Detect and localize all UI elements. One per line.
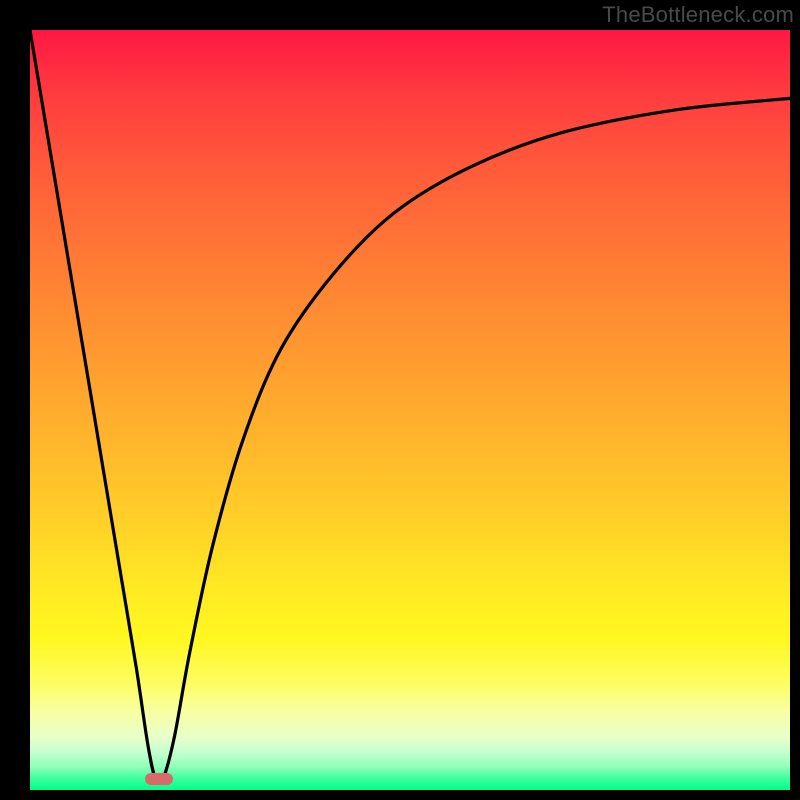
curve-path	[30, 30, 790, 783]
optimal-point-marker	[145, 773, 173, 785]
watermark-text: TheBottleneck.com	[602, 2, 794, 28]
plot-area	[30, 30, 790, 790]
bottleneck-curve	[30, 30, 790, 790]
chart-frame: TheBottleneck.com	[0, 0, 800, 800]
